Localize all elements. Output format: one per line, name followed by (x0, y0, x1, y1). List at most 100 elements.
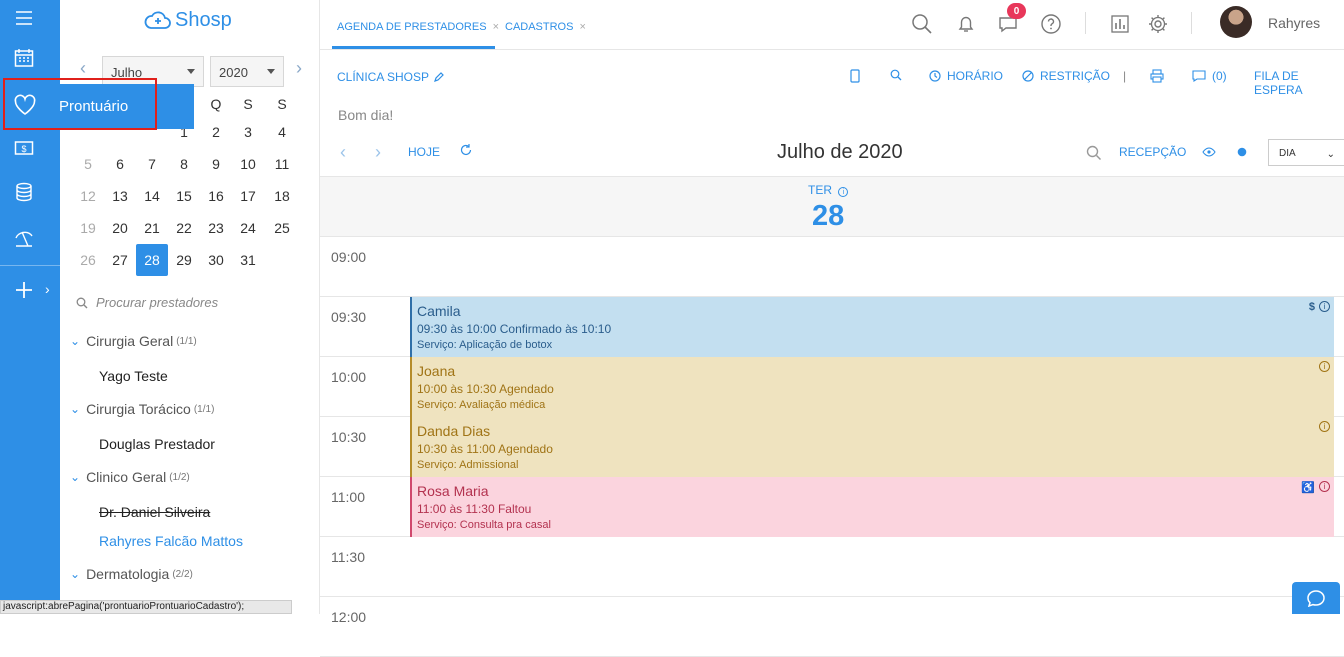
calendar-day[interactable]: 21 (136, 212, 168, 244)
horario-button[interactable]: HORÁRIO (929, 69, 1003, 83)
prestador-item[interactable]: Yago Teste (99, 368, 168, 384)
specialty-group[interactable]: ⌄ Cirurgia Torácico (1/1) (70, 401, 214, 417)
eye-icon[interactable] (1202, 146, 1216, 160)
time-slot[interactable]: 11:30 (320, 537, 1344, 597)
recepcao-button[interactable]: RECEPÇÃO (1119, 145, 1186, 159)
tab-agenda[interactable]: AGENDA DE PRESTADORES × (337, 21, 499, 33)
calendar-day[interactable]: 2 (200, 116, 232, 148)
calendar-day[interactable]: 15 (168, 180, 200, 212)
beach-umbrella-icon[interactable] (0, 220, 48, 256)
username[interactable]: Rahyres (1268, 15, 1320, 31)
menu-icon[interactable] (0, 0, 48, 36)
help-icon[interactable] (1039, 12, 1063, 36)
specialty-group[interactable]: ⌄ Dermatologia (2/2) (70, 566, 193, 582)
time-slot[interactable]: 09:00 (320, 237, 1344, 297)
calendar-day[interactable]: 3 (232, 116, 264, 148)
view-select[interactable]: DIA ⌄ (1268, 139, 1344, 166)
clinic-selector[interactable]: CLÍNICA SHOSP (337, 70, 451, 84)
money-icon[interactable]: $ (0, 130, 48, 166)
calendar-day[interactable]: 25 (266, 212, 298, 244)
refresh-icon[interactable] (459, 143, 473, 160)
calendar-day-selected[interactable]: 28 (136, 244, 168, 276)
prestador-item[interactable]: Rahyres Falcão Mattos (99, 533, 243, 549)
prev-day-arrow[interactable]: ‹ (340, 142, 346, 163)
calendar-day[interactable]: 8 (168, 148, 200, 180)
reports-icon[interactable] (1108, 12, 1132, 36)
calendar-day[interactable]: 16 (200, 180, 232, 212)
calendar-day[interactable]: 14 (136, 180, 168, 212)
chevron-right-icon[interactable]: › (45, 281, 50, 297)
calendar-day[interactable]: 9 (200, 148, 232, 180)
time-label: 11:00 (331, 489, 365, 505)
plus-icon[interactable] (0, 272, 48, 308)
calendar-day[interactable]: 26 (72, 244, 104, 276)
calendar-day[interactable]: 7 (136, 148, 168, 180)
calendar-day[interactable]: 13 (104, 180, 136, 212)
year-select[interactable]: 2020 (210, 56, 284, 87)
calendar-day[interactable]: 10 (232, 148, 264, 180)
calendar-day[interactable]: 17 (232, 180, 264, 212)
specialty-group[interactable]: ⌄ Clinico Geral (1/2) (70, 469, 190, 485)
wheelchair-icon[interactable]: ♿ (1301, 481, 1315, 494)
next-day-arrow[interactable]: › (375, 142, 381, 163)
search-prestadores-placeholder: Procurar prestadores (96, 295, 219, 310)
info-icon[interactable]: i (1319, 481, 1330, 492)
prestador-item[interactable]: Dr. Daniel Silveira (99, 504, 210, 520)
day-name-label: TER (808, 183, 832, 197)
calendar-day[interactable]: 5 (72, 148, 104, 180)
prev-month-arrow[interactable]: ‹ (80, 58, 86, 79)
printer-icon[interactable] (1150, 69, 1170, 83)
calendar-day[interactable]: 22 (168, 212, 200, 244)
today-button[interactable]: HOJE (408, 145, 440, 159)
info-icon[interactable]: i (1319, 361, 1330, 372)
calendar-day[interactable]: 12 (72, 180, 104, 212)
status-dot-icon[interactable] (1237, 146, 1247, 160)
calendar-day[interactable]: 30 (200, 244, 232, 276)
month-select[interactable]: Julho (102, 56, 204, 87)
close-icon[interactable]: × (579, 21, 585, 33)
gear-icon[interactable] (1146, 12, 1170, 36)
logo[interactable]: Shosp (144, 8, 232, 32)
restricao-button[interactable]: RESTRIÇÃO (1022, 69, 1110, 83)
appointment-card[interactable]: Joana 10:00 às 10:30 Agendado Serviço: Ava… (410, 357, 1334, 417)
database-icon[interactable] (0, 174, 48, 210)
calendar-day[interactable]: 4 (266, 116, 298, 148)
specialty-group[interactable]: ⌄ Cirurgia Geral (1/1) (70, 333, 197, 349)
calendar-day[interactable]: 6 (104, 148, 136, 180)
info-icon[interactable]: i (1319, 421, 1330, 432)
avatar[interactable] (1220, 6, 1252, 38)
chat-button[interactable] (1292, 582, 1340, 614)
search-icon[interactable] (1086, 145, 1102, 164)
prontuario-menu-item[interactable]: Prontuário (3, 84, 194, 129)
appointment-card[interactable]: Danda Dias 10:30 às 11:00 Agendado Serviço… (410, 417, 1334, 477)
calendar-day[interactable]: 31 (232, 244, 264, 276)
messages-button[interactable]: (0) (1192, 69, 1227, 83)
search-icon[interactable] (910, 12, 934, 36)
calendar-day[interactable]: 24 (232, 212, 264, 244)
time-slot[interactable]: 12:00 (320, 597, 1344, 657)
appointment-card[interactable]: Rosa Maria 11:00 às 11:30 Faltou Serviço: … (410, 477, 1334, 537)
calendar-day[interactable]: 20 (104, 212, 136, 244)
close-icon[interactable]: × (493, 21, 499, 33)
calendar-day[interactable]: 18 (266, 180, 298, 212)
bell-icon[interactable] (954, 12, 978, 36)
calendar-day[interactable]: 23 (200, 212, 232, 244)
calendar-icon[interactable] (0, 40, 48, 76)
info-icon[interactable]: i (838, 187, 849, 197)
search-prestadores[interactable]: Procurar prestadores (76, 295, 218, 310)
prestador-item[interactable]: Douglas Prestador (99, 436, 215, 452)
fila-espera-button[interactable]: FILA DE ESPERA (1254, 69, 1344, 97)
mobile-icon[interactable] (850, 69, 866, 83)
calendar-day[interactable]: 11 (266, 148, 298, 180)
appointment-card[interactable]: Camila 09:30 às 10:00 Confirmado às 10:10… (410, 297, 1334, 357)
tab-cadastros[interactable]: CADASTROS × (505, 21, 586, 33)
top-bar: AGENDA DE PRESTADORES × CADASTROS × 0 Rahy… (320, 0, 1344, 50)
calendar-day[interactable]: 27 (104, 244, 136, 276)
group-name: Cirurgia Torácico (86, 401, 191, 417)
search-icon[interactable] (890, 69, 908, 81)
calendar-day[interactable]: 29 (168, 244, 200, 276)
info-icon[interactable]: i (1319, 301, 1330, 312)
calendar-day[interactable]: 19 (72, 212, 104, 244)
next-month-arrow[interactable]: › (296, 58, 302, 79)
dollar-icon[interactable]: $ (1309, 301, 1315, 313)
